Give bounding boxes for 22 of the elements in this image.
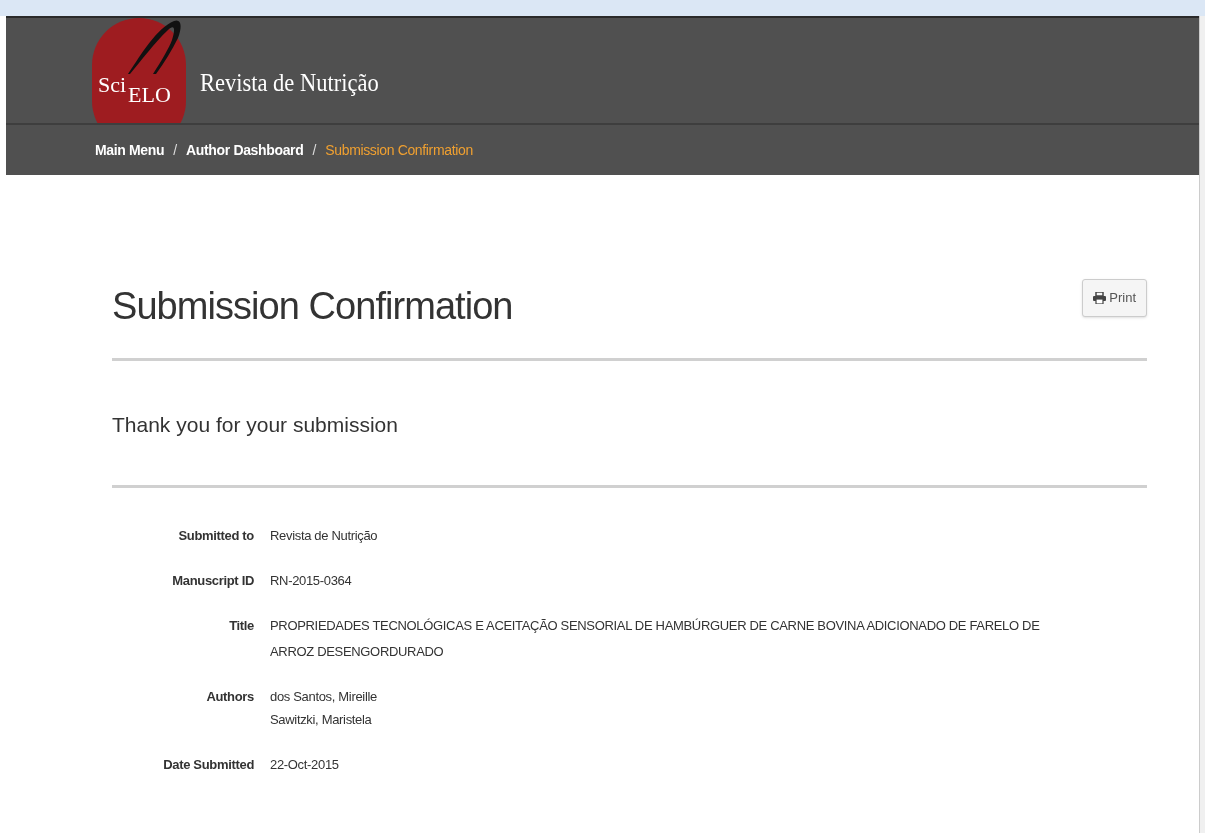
subtitle: Thank you for your submission xyxy=(112,412,399,438)
logo: SciELO xyxy=(92,18,186,123)
printer-icon xyxy=(1093,292,1107,304)
breadcrumb-link[interactable]: Submission Confirmation xyxy=(325,139,473,161)
page-title: Submission Confirmation xyxy=(112,287,513,325)
field-value: PROPRIEDADES TECNOLÓGICAS E ACEITAÇÃO SENSORIAL DE HAMBÚRGUER DE CARNE BOVINA ADICIONADO DE FARELO DE ARROZ DESENGORDURADO xyxy=(270,616,1041,661)
breadcrumb-link[interactable]: Author Dashboard xyxy=(186,139,304,161)
field-value: RN-2015-0364 xyxy=(270,571,353,590)
field-label: Date Submitted xyxy=(162,755,254,774)
field-value: dos Santos, Mireille xyxy=(270,687,378,706)
field-label: Title xyxy=(228,616,254,635)
print-button[interactable]: Print xyxy=(1082,279,1147,317)
breadcrumb-separator: / xyxy=(173,140,178,160)
breadcrumb-link[interactable]: Main Menu xyxy=(95,139,165,161)
field-value: Revista de Nutrição xyxy=(270,526,379,545)
field-value: Sawitzki, Maristela xyxy=(270,710,373,729)
journal-title: Revista de Nutrição xyxy=(200,70,379,95)
field-label: Authors xyxy=(205,687,254,706)
field-value: 22-Oct-2015 xyxy=(270,755,340,774)
breadcrumb-separator: / xyxy=(312,140,317,160)
field-label: Submitted to xyxy=(177,526,254,545)
field-label: Manuscript ID xyxy=(171,571,254,590)
